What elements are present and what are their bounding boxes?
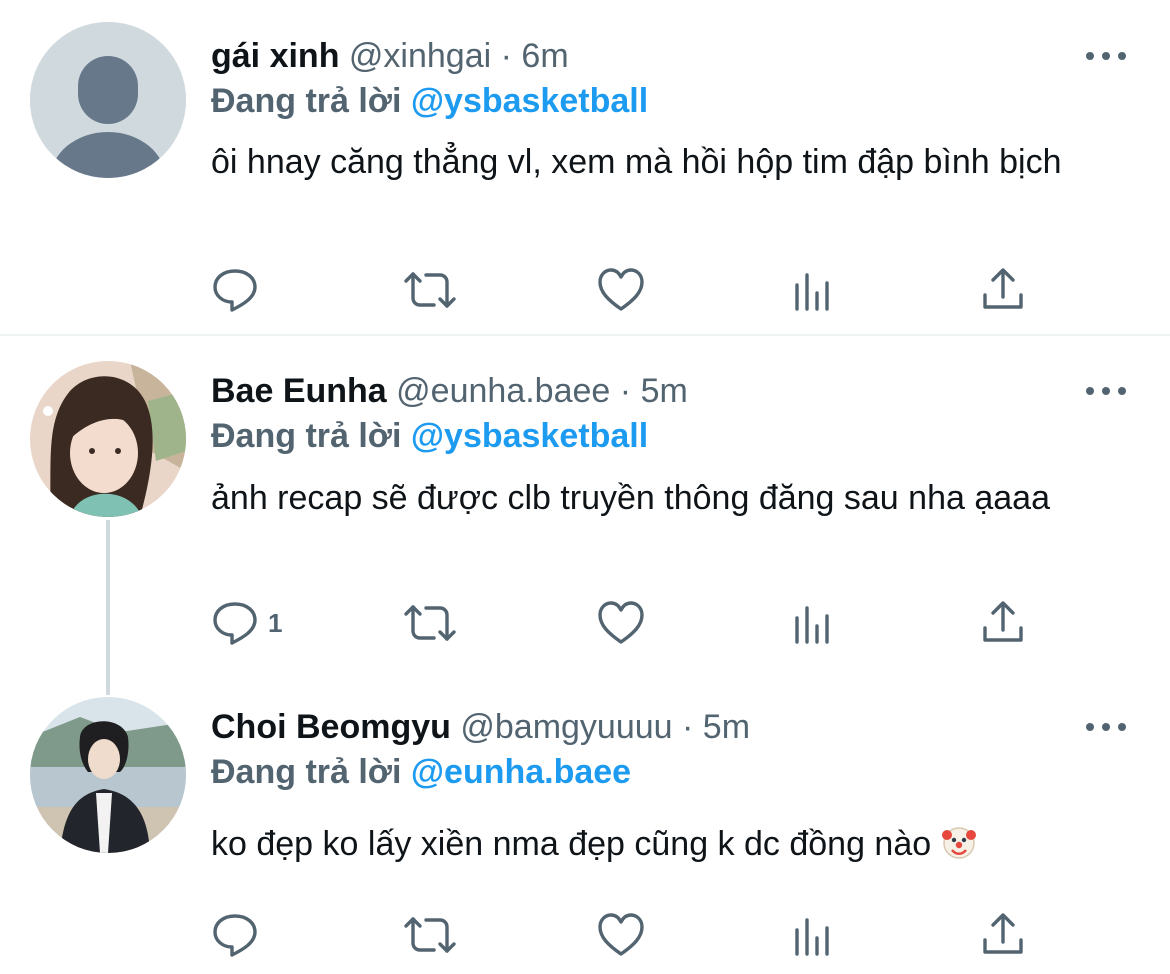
replying-to: Đang trả lời @ysbasketball xyxy=(211,417,648,456)
default-avatar-icon xyxy=(30,22,186,178)
replying-to: Đang trả lời @ysbasketball xyxy=(211,82,648,121)
replying-prefix: Đang trả lời xyxy=(211,753,402,791)
display-name[interactable]: Bae Eunha xyxy=(211,372,387,410)
thread-line xyxy=(106,520,110,695)
user-handle[interactable]: @eunha.baee xyxy=(396,372,610,410)
analytics-icon xyxy=(795,606,829,644)
retweet-icon xyxy=(404,272,456,308)
reply-icon xyxy=(213,269,257,312)
like-icon xyxy=(598,601,644,644)
timestamp[interactable]: 5m xyxy=(641,372,688,410)
share-button[interactable] xyxy=(978,597,1028,649)
reply-button[interactable] xyxy=(210,909,260,961)
tweet-text: ko đẹp ko lấy xiền nma đẹp cũng k dc đồn… xyxy=(211,825,932,863)
like-button[interactable] xyxy=(596,597,646,649)
tweet-header: gái xinh @xinhgai · 6m xyxy=(211,34,569,78)
avatar[interactable] xyxy=(30,361,186,517)
reply-button[interactable]: 1 xyxy=(210,597,282,649)
analytics-button[interactable] xyxy=(788,909,838,961)
separator: · xyxy=(682,708,694,746)
retweet-button[interactable] xyxy=(402,264,458,316)
clown-face-emoji xyxy=(941,827,976,859)
tweet-text: ôi hnay căng thẳng vl, xem mà hồi hộp ti… xyxy=(211,143,1062,181)
separator: · xyxy=(619,372,632,410)
share-icon xyxy=(983,913,1023,954)
more-icon[interactable] xyxy=(1086,41,1126,71)
divider xyxy=(0,334,1170,336)
replying-prefix: Đang trả lời xyxy=(211,82,402,120)
tweet[interactable]: gái xinh @xinhgai · 6m Đang trả lời @ysb… xyxy=(0,22,1170,334)
avatar[interactable] xyxy=(30,697,186,853)
avatar[interactable] xyxy=(30,22,186,178)
timestamp[interactable]: 5m xyxy=(703,708,750,746)
like-icon xyxy=(598,268,644,311)
replying-to-link[interactable]: @ysbasketball xyxy=(411,417,648,455)
retweet-icon xyxy=(404,605,456,641)
like-button[interactable] xyxy=(596,909,646,961)
more-icon[interactable] xyxy=(1086,712,1126,742)
replying-to-link[interactable]: @eunha.baee xyxy=(411,753,631,791)
share-button[interactable] xyxy=(978,264,1028,316)
tweet[interactable]: Bae Eunha @eunha.baee · 5m Đang trả lời … xyxy=(0,361,1170,661)
display-name[interactable]: Choi Beomgyu xyxy=(211,708,451,746)
analytics-icon xyxy=(795,273,829,311)
replying-prefix: Đang trả lời xyxy=(211,417,402,455)
like-icon xyxy=(598,913,644,956)
more-icon[interactable] xyxy=(1086,376,1126,406)
replying-to: Đang trả lời @eunha.baee xyxy=(211,753,631,792)
action-bar xyxy=(210,909,1050,961)
reply-count: 1 xyxy=(268,607,283,638)
reply-button[interactable] xyxy=(210,264,260,316)
retweet-icon xyxy=(404,917,456,953)
retweet-button[interactable] xyxy=(402,597,458,649)
share-button[interactable] xyxy=(978,909,1028,961)
user-handle[interactable]: @bamgyuuuu xyxy=(460,708,672,746)
replying-to-link[interactable]: @ysbasketball xyxy=(411,82,648,120)
tweet[interactable]: Choi Beomgyu @bamgyuuuu · 5m Đang trả lờ… xyxy=(0,697,1170,974)
tweet-header: Choi Beomgyu @bamgyuuuu · 5m xyxy=(211,705,750,749)
reply-icon xyxy=(213,602,257,645)
action-bar: 1 xyxy=(210,597,1050,649)
timestamp[interactable]: 6m xyxy=(521,37,568,75)
user-photo xyxy=(30,697,186,853)
analytics-button[interactable] xyxy=(788,264,838,316)
analytics-button[interactable] xyxy=(788,597,838,649)
share-icon xyxy=(983,601,1023,642)
tweet-text: ảnh recap sẽ được clb truyền thông đăng … xyxy=(211,479,1050,517)
tweet-text-block: ko đẹp ko lấy xiền nma đẹp cũng k dc đồn… xyxy=(211,822,1141,866)
user-handle[interactable]: @xinhgai xyxy=(349,37,491,75)
separator: · xyxy=(500,37,512,75)
share-icon xyxy=(983,268,1023,309)
user-photo xyxy=(30,361,186,517)
retweet-button[interactable] xyxy=(402,909,458,961)
tweet-header: Bae Eunha @eunha.baee · 5m xyxy=(211,369,688,413)
display-name[interactable]: gái xinh xyxy=(211,37,339,75)
like-button[interactable] xyxy=(596,264,646,316)
action-bar xyxy=(210,264,1050,316)
analytics-icon xyxy=(795,918,829,956)
reply-icon xyxy=(213,914,257,957)
